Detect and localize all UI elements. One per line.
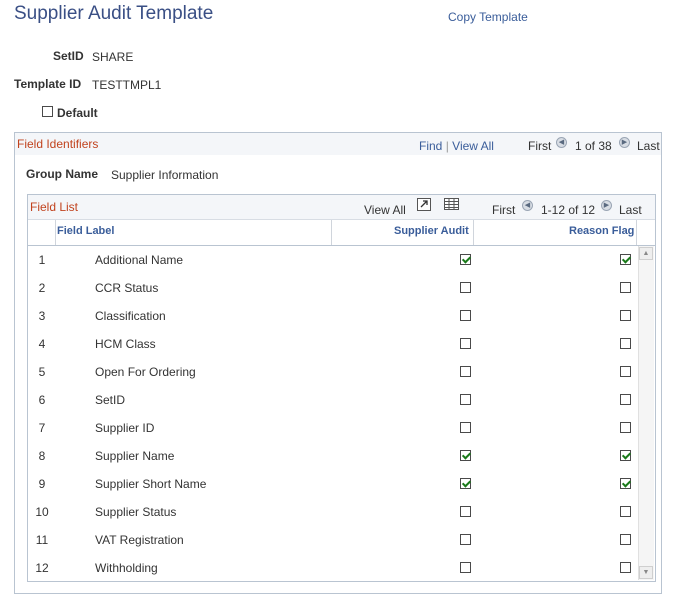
row-field-label: CCR Status [95, 281, 159, 295]
default-checkbox[interactable] [42, 106, 53, 117]
last-label[interactable]: Last [637, 139, 660, 153]
reason-flag-checkbox[interactable] [620, 422, 631, 433]
page-title: Supplier Audit Template [14, 3, 214, 24]
reason-flag-checkbox[interactable] [620, 310, 631, 321]
column-divider [55, 220, 56, 245]
supplier-audit-checkbox[interactable] [460, 562, 471, 573]
column-divider [331, 220, 332, 245]
field-identifiers-nav: Find | View All [419, 139, 494, 153]
row-number: 2 [38, 281, 46, 295]
group-name-value: Supplier Information [111, 168, 219, 182]
row-number: 7 [38, 421, 46, 435]
grid-chevron-right-icon[interactable]: ▶ [601, 200, 612, 211]
reason-flag-checkbox[interactable] [620, 394, 631, 405]
copy-template-link[interactable]: Copy Template [448, 10, 528, 24]
scroll-down-icon[interactable]: ▼ [639, 566, 653, 579]
first-label[interactable]: First [528, 139, 551, 153]
setid-label: SetID [53, 49, 84, 63]
row-number: 1 [38, 253, 46, 267]
reason-flag-checkbox[interactable] [620, 534, 631, 545]
column-divider [473, 220, 474, 245]
row-number: 8 [38, 449, 46, 463]
download-grid-icon[interactable] [444, 198, 459, 213]
grid-chevron-left-icon[interactable]: ◀ [522, 200, 533, 211]
row-field-label: Supplier Status [95, 505, 177, 519]
reason-flag-checkbox[interactable] [620, 338, 631, 349]
row-field-label: HCM Class [95, 337, 156, 351]
row-number: 5 [38, 365, 46, 379]
supplier-audit-checkbox[interactable] [460, 338, 471, 349]
view-all-link[interactable]: View All [452, 139, 494, 153]
reason-flag-checkbox[interactable] [620, 450, 631, 461]
supplier-audit-checkbox[interactable] [460, 422, 471, 433]
group-name-label: Group Name [26, 167, 99, 181]
grid-first-label[interactable]: First [492, 203, 515, 217]
row-field-label: Classification [95, 309, 166, 323]
row-field-label: SetID [95, 393, 126, 407]
field-identifiers-title: Field Identifiers [17, 137, 99, 151]
column-divider [636, 220, 637, 245]
reason-flag-checkbox[interactable] [620, 506, 631, 517]
row-field-label: Open For Ordering [95, 365, 196, 379]
grid-row-count: 1-12 of 12 [541, 203, 596, 217]
setid-value: SHARE [92, 50, 134, 64]
field-list-title: Field List [30, 200, 79, 214]
supplier-audit-checkbox[interactable] [460, 394, 471, 405]
nav-separator: | [445, 139, 449, 153]
row-field-label: Withholding [95, 561, 158, 575]
column-header-row [28, 219, 655, 246]
row-number: 12 [35, 561, 49, 575]
chevron-left-icon[interactable]: ◀ [556, 137, 567, 148]
row-field-label: Supplier Short Name [95, 477, 207, 491]
row-number: 4 [38, 337, 46, 351]
row-number: 11 [35, 533, 49, 547]
supplier-audit-checkbox[interactable] [460, 450, 471, 461]
supplier-audit-checkbox[interactable] [460, 534, 471, 545]
row-number: 3 [38, 309, 46, 323]
column-header-field-label[interactable]: Field Label [57, 225, 114, 237]
column-header-reason-flag[interactable]: Reason Flag [569, 225, 634, 237]
scroll-up-icon[interactable]: ▲ [639, 247, 653, 260]
row-number: 10 [35, 505, 49, 519]
supplier-audit-checkbox[interactable] [460, 282, 471, 293]
supplier-audit-checkbox[interactable] [460, 366, 471, 377]
grid-scrollbar[interactable] [638, 246, 654, 580]
supplier-audit-checkbox[interactable] [460, 478, 471, 489]
template-id-label: Template ID [14, 77, 82, 91]
reason-flag-checkbox[interactable] [620, 562, 631, 573]
row-field-label: Additional Name [95, 253, 184, 267]
reason-flag-checkbox[interactable] [620, 478, 631, 489]
reason-flag-checkbox[interactable] [620, 282, 631, 293]
default-label: Default [57, 106, 98, 120]
row-field-label: Supplier ID [95, 421, 155, 435]
row-number: 9 [38, 477, 46, 491]
find-link[interactable]: Find [419, 139, 442, 153]
column-header-supplier-audit[interactable]: Supplier Audit [394, 225, 469, 237]
row-number: 6 [38, 393, 46, 407]
supplier-audit-checkbox[interactable] [460, 254, 471, 265]
supplier-audit-checkbox[interactable] [460, 310, 471, 321]
template-id-value: TESTTMPL1 [92, 78, 162, 92]
row-field-label: VAT Registration [95, 533, 184, 547]
row-field-label: Supplier Name [95, 449, 175, 463]
record-count: 1 of 38 [575, 139, 612, 153]
chevron-right-icon[interactable]: ▶ [619, 137, 630, 148]
grid-view-all-link[interactable]: View All [364, 203, 406, 217]
zoom-grid-icon[interactable] [417, 198, 431, 214]
grid-last-label[interactable]: Last [619, 203, 642, 217]
reason-flag-checkbox[interactable] [620, 254, 631, 265]
reason-flag-checkbox[interactable] [620, 366, 631, 377]
supplier-audit-checkbox[interactable] [460, 506, 471, 517]
